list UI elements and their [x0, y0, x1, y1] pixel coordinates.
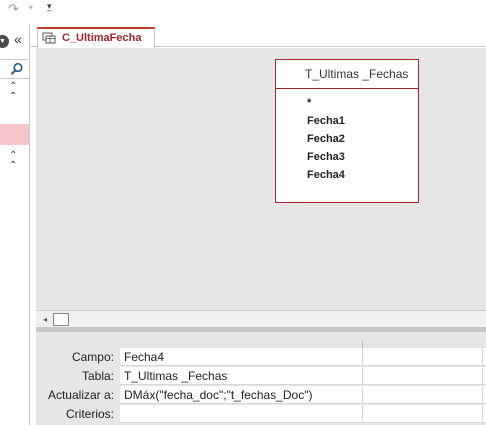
grid-row-actualizar: Actualizar a: DMáx("fecha_doc";"t_fechas… [36, 386, 486, 404]
grid-row-criterios: Criterios: [36, 405, 486, 423]
field-item[interactable]: Fecha4 [276, 166, 418, 184]
collapse-pane-icon[interactable]: « [14, 32, 22, 46]
row-label: Tabla: [81, 369, 114, 383]
grid-cell[interactable]: DMáx("fecha_doc";"t_fechas_Doc") [120, 386, 363, 404]
query-design-grid: Campo: Fecha4 Tabla: T_Ultimas _Fechas A… [36, 332, 486, 425]
search-icon[interactable] [10, 62, 24, 76]
row-label: Criterios: [65, 407, 114, 421]
row-label: Campo: [71, 350, 114, 364]
tab-query[interactable]: C_UltimaFecha [37, 27, 155, 48]
table-title[interactable]: T_Ultimas _Fechas [276, 60, 418, 89]
query-design-pane[interactable]: T_Ultimas _Fechas * Fecha1 Fecha2 Fecha3… [36, 48, 486, 310]
row-label: Actualizar a: [47, 388, 114, 402]
field-item[interactable]: Fecha2 [276, 130, 418, 148]
nav-selected-item[interactable] [0, 124, 29, 145]
navigation-pane: ▼ « ⌃ ⌃ ⌃ ⌃ [0, 24, 30, 425]
customize-quick-access-icon[interactable]: ▾̲ [47, 1, 52, 12]
query-icon [42, 32, 56, 44]
nav-search-box[interactable] [0, 59, 29, 79]
document-tab-bar: C_UltimaFecha [31, 24, 486, 48]
horizontal-scrollbar[interactable]: ◂ [36, 310, 486, 327]
field-item[interactable]: * [276, 94, 418, 112]
chevron-down-icon[interactable]: ▼ [0, 35, 9, 48]
grid-cell[interactable]: Fecha4 [120, 348, 363, 366]
redo-dropdown-icon[interactable]: ▾ [29, 3, 33, 12]
grid-cell[interactable] [363, 367, 483, 385]
grid-cell[interactable] [363, 386, 483, 404]
field-item[interactable]: Fecha1 [276, 112, 418, 130]
redo-icon[interactable]: ↷ [8, 1, 19, 17]
quick-access-toolbar: ↷ ▾ ▾̲ [0, 0, 486, 24]
scroll-thumb[interactable] [53, 313, 69, 326]
table-field-list[interactable]: T_Ultimas _Fechas * Fecha1 Fecha2 Fecha3… [275, 59, 419, 203]
group-collapse-icon[interactable]: ⌃ ⌃ [9, 82, 17, 102]
field-item[interactable]: Fecha3 [276, 148, 418, 166]
group-collapse-icon[interactable]: ⌃ ⌃ [9, 151, 17, 171]
scroll-left-icon[interactable]: ◂ [38, 313, 52, 326]
tab-label: C_UltimaFecha [62, 32, 142, 44]
grid-row-campo: Campo: Fecha4 [36, 348, 486, 366]
grid-cell[interactable] [363, 405, 483, 423]
column-selector[interactable] [120, 340, 363, 348]
grid-cell[interactable] [363, 348, 483, 366]
field-list: * Fecha1 Fecha2 Fecha3 Fecha4 [276, 89, 418, 184]
column-selector-bar[interactable] [120, 340, 486, 348]
grid-cell[interactable] [120, 405, 363, 423]
grid-cell[interactable]: T_Ultimas _Fechas [120, 367, 363, 385]
grid-row-tabla: Tabla: T_Ultimas _Fechas [36, 367, 486, 385]
